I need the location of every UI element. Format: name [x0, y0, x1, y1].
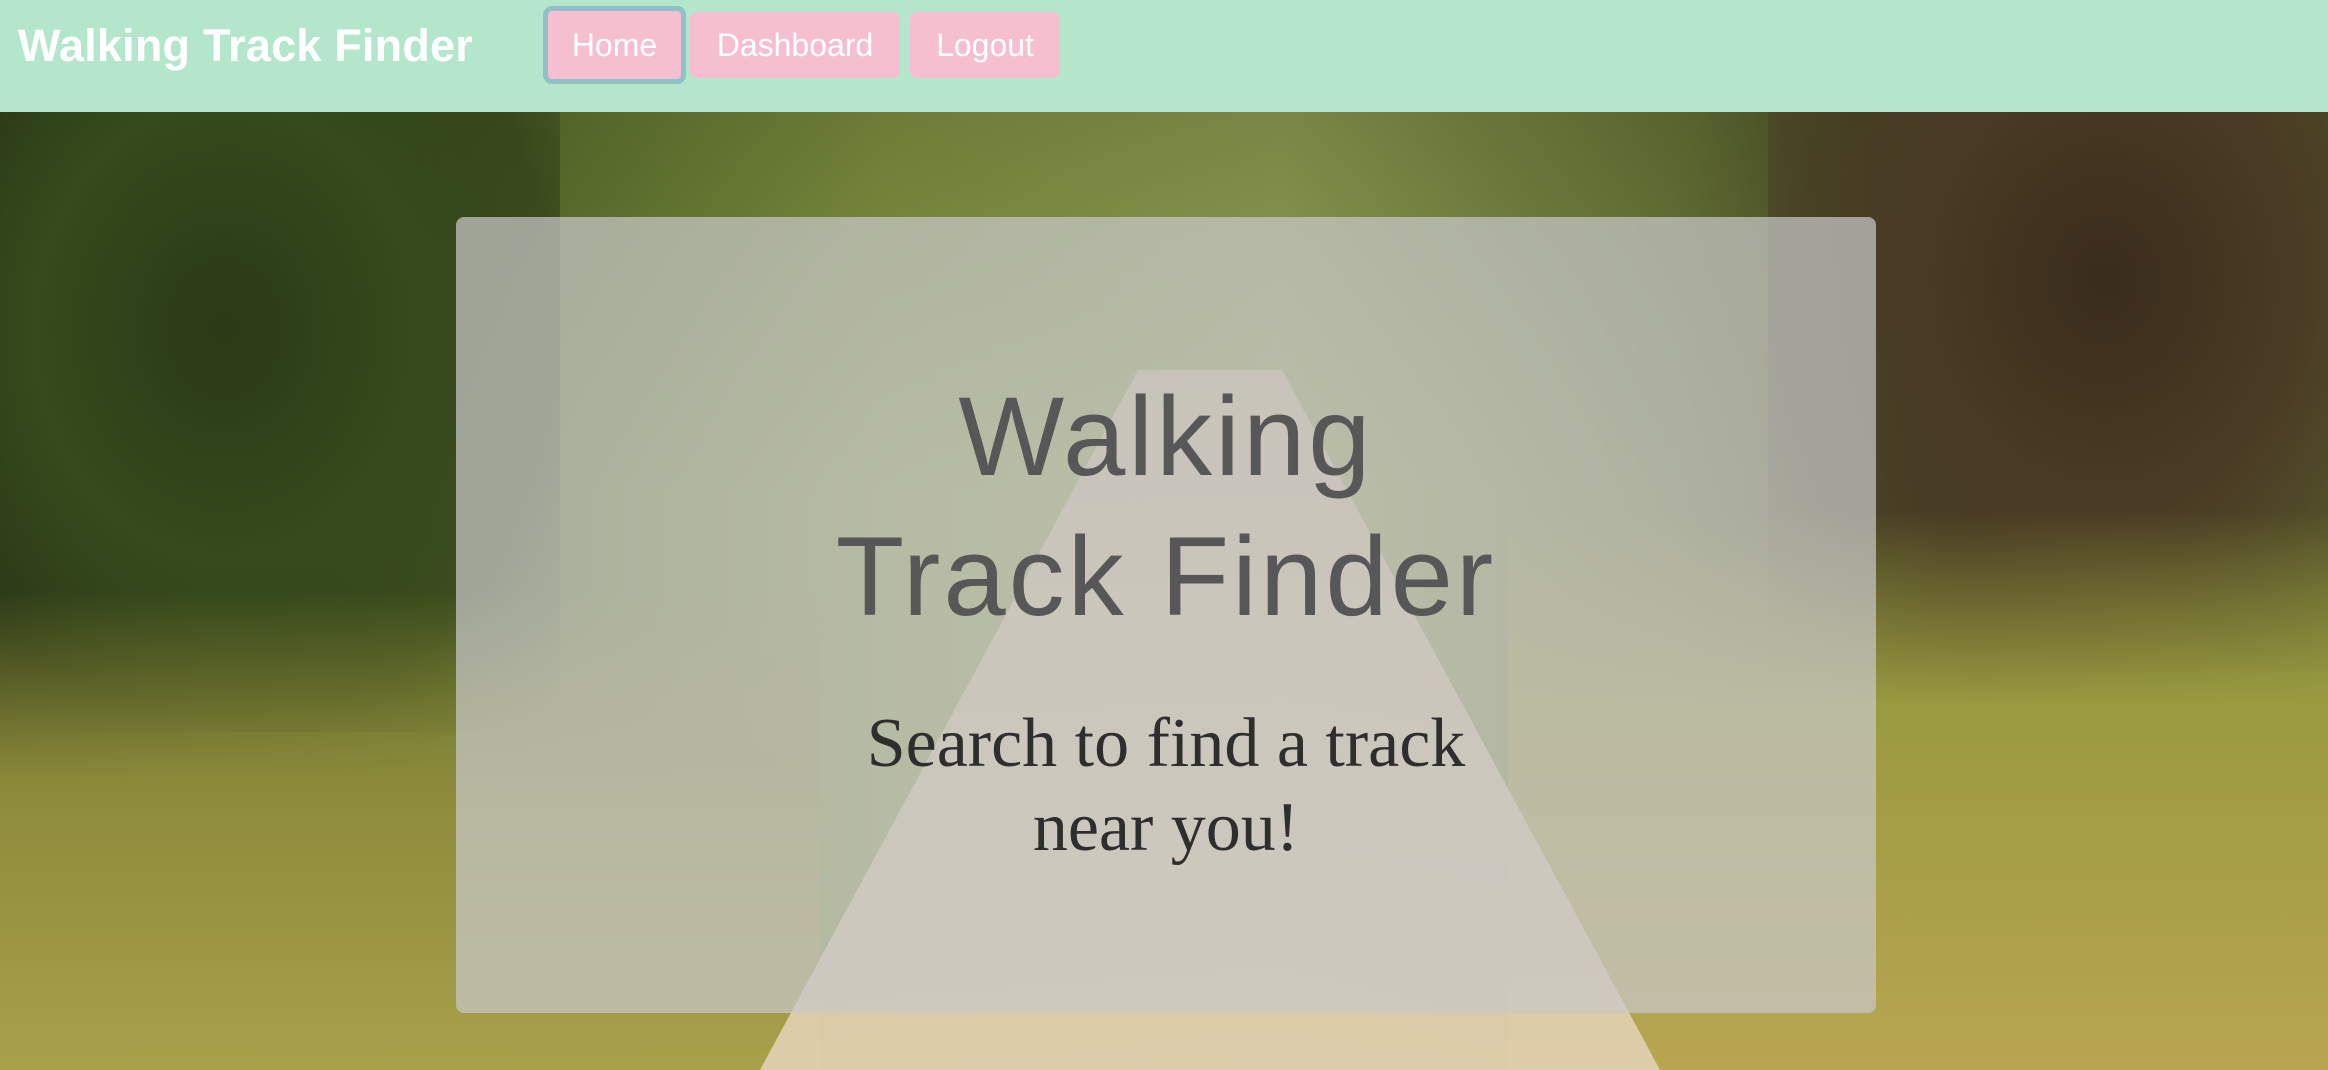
hero-title: Walking Track Finder	[456, 367, 1876, 647]
hero-subtitle: Search to find a track near you!	[456, 702, 1876, 870]
hero-title-line-1: Walking	[958, 374, 1374, 499]
nav-home-button[interactable]: Home	[543, 6, 686, 84]
nav-dashboard-button[interactable]: Dashboard	[690, 12, 900, 78]
hero-title-line-2: Track Finder	[835, 514, 1497, 639]
hero-card: Walking Track Finder Search to find a tr…	[456, 217, 1876, 1013]
hero-subtitle-line-1: Search to find a track	[866, 705, 1466, 782]
brand-title[interactable]: Walking Track Finder	[18, 20, 473, 72]
nav-logout-button[interactable]: Logout	[910, 12, 1060, 78]
top-navbar: Walking Track Finder Home Dashboard Logo…	[0, 0, 2328, 112]
hero-subtitle-line-2: near you!	[1032, 789, 1300, 866]
